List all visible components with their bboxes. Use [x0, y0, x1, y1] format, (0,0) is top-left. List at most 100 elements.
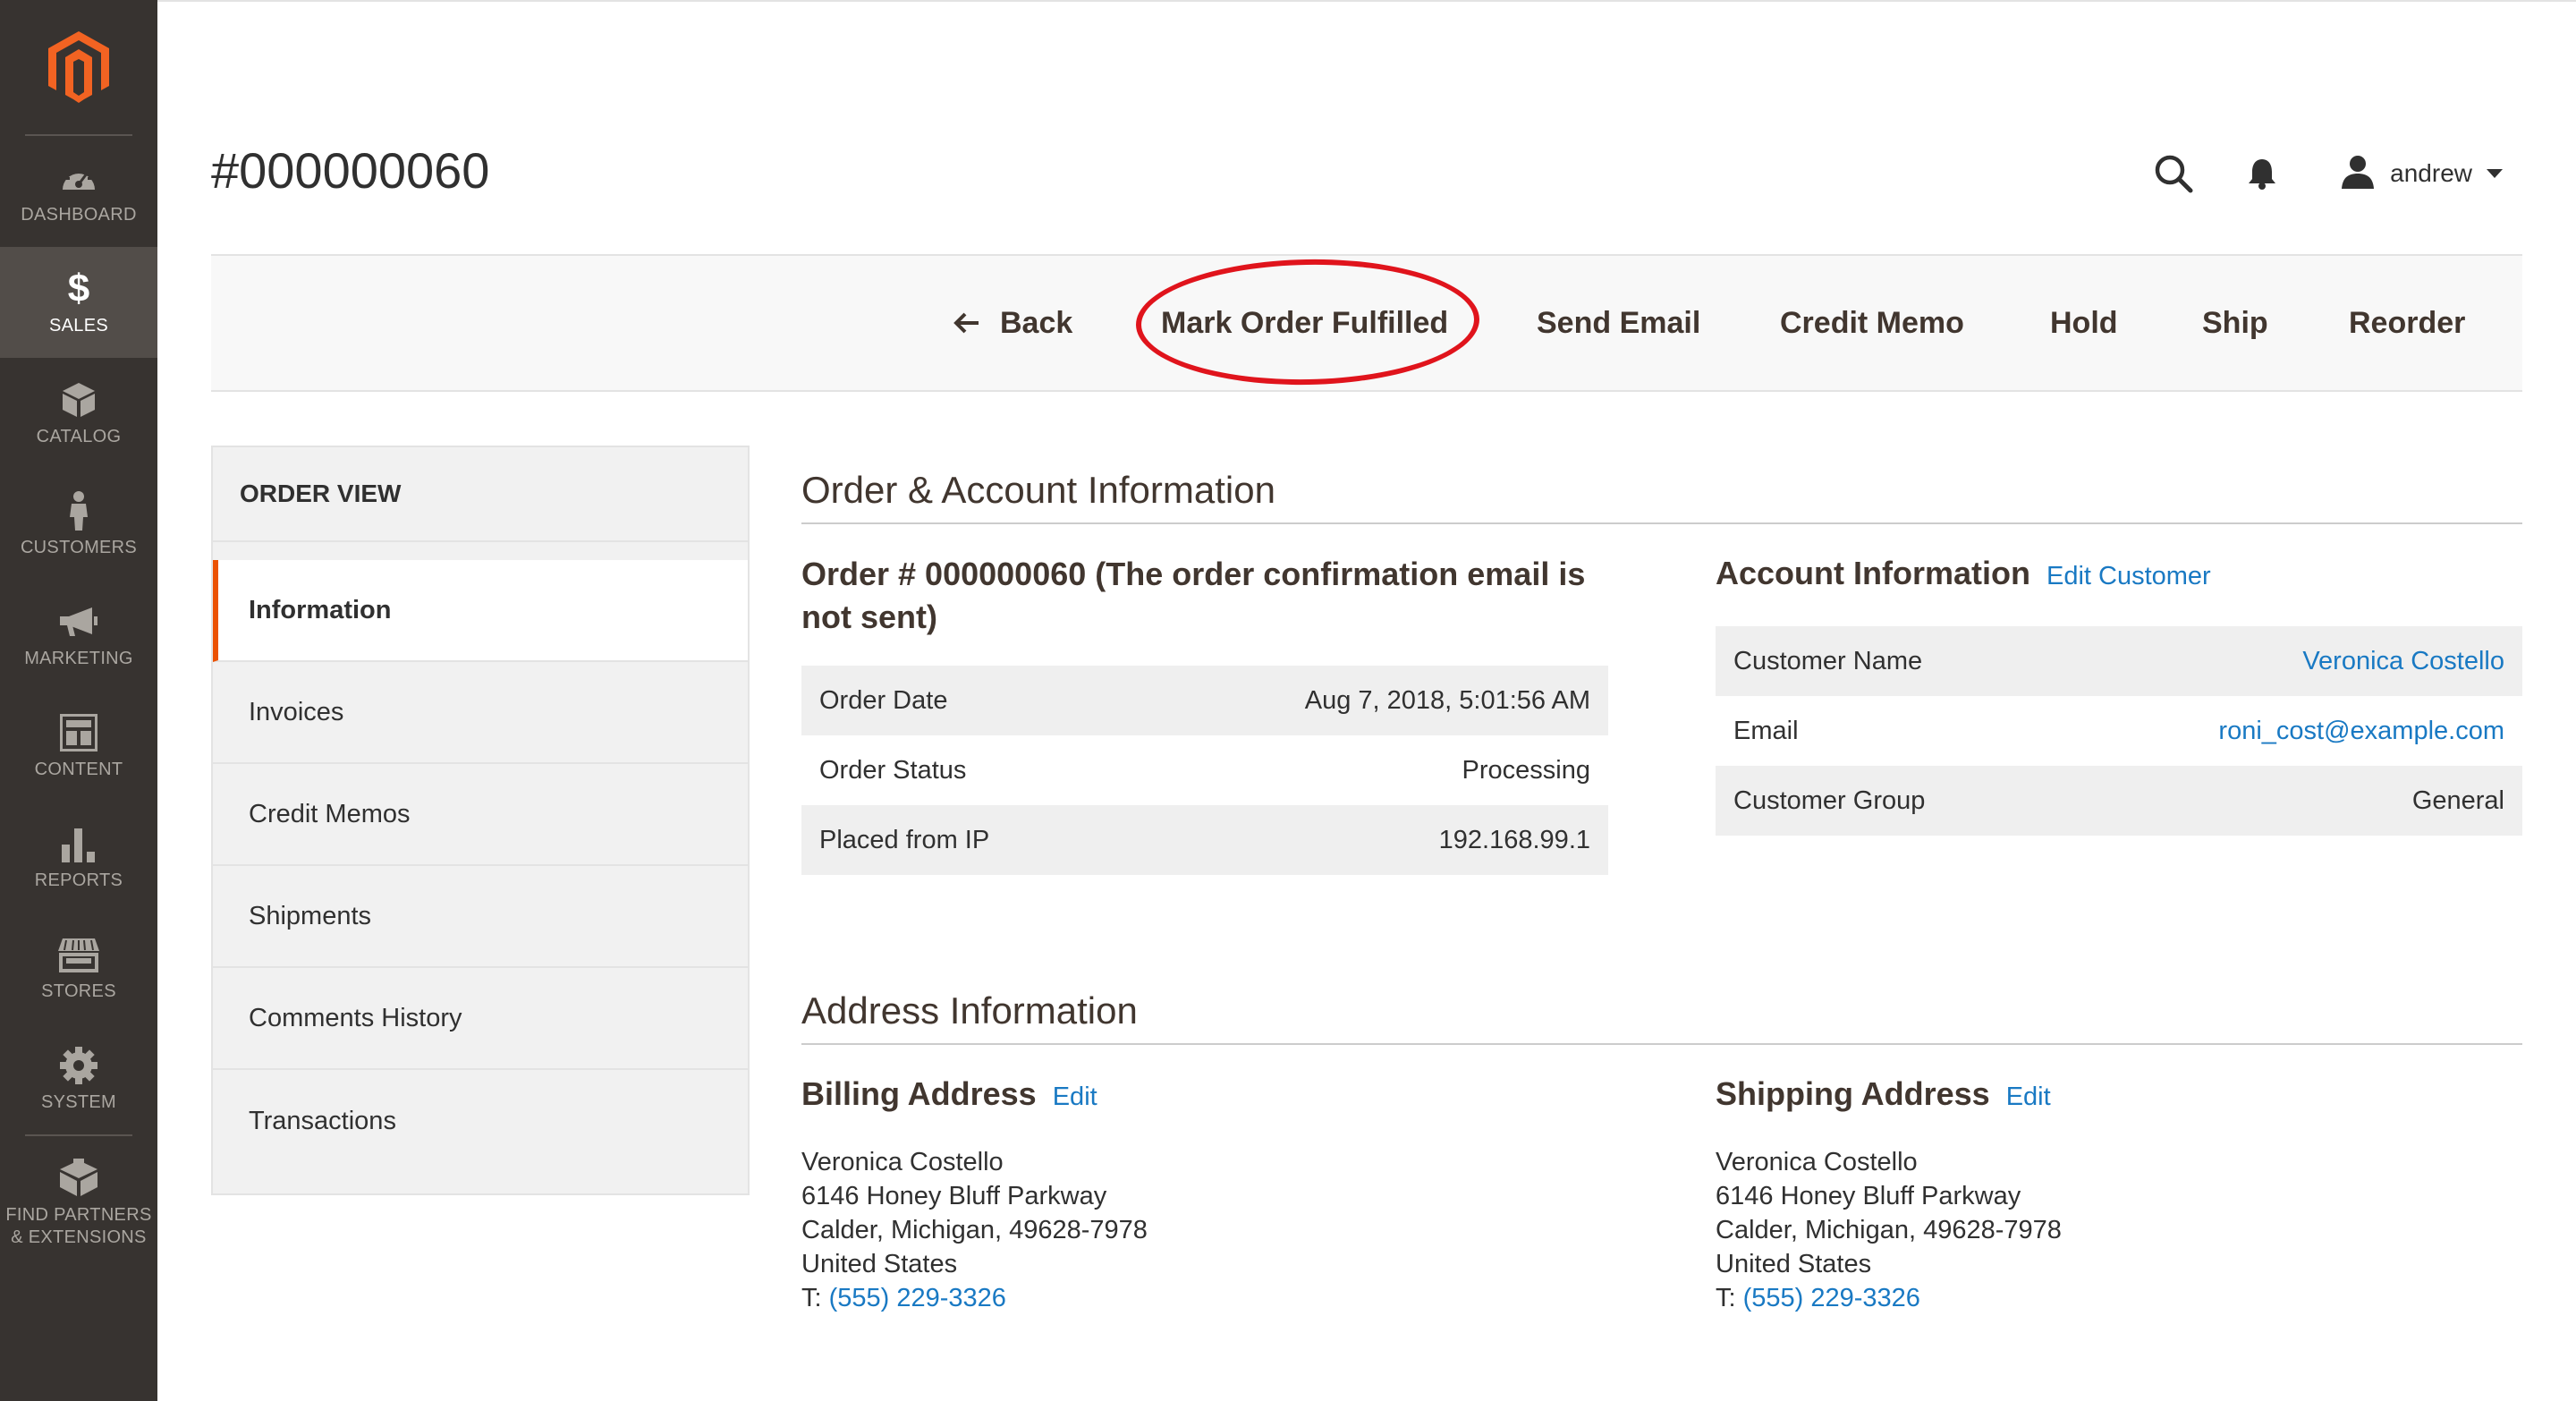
sidebar-divider [25, 1134, 132, 1136]
send-email-button[interactable]: Send Email [1537, 256, 1700, 390]
tab-transactions[interactable]: Transactions [213, 1070, 748, 1172]
billing-address-block: Veronica Costello 6146 Honey Bluff Parkw… [801, 1145, 1148, 1315]
search-icon[interactable] [2154, 154, 2193, 193]
edit-billing-address-link[interactable]: Edit [1053, 1083, 1097, 1112]
mark-order-fulfilled-button[interactable]: Mark Order Fulfilled [1161, 256, 1448, 390]
shipping-address-heading: Shipping Address Edit [1716, 1075, 2051, 1113]
row-label: Customer Name [1733, 646, 1923, 675]
shipping-country: United States [1716, 1250, 1872, 1278]
back-button-label: Back [1000, 305, 1073, 340]
sidebar-item-content[interactable]: CONTENT [0, 691, 157, 802]
order-status-value: Processing [1462, 755, 1590, 785]
order-account-section-title: Order & Account Information [801, 469, 1275, 511]
credit-memo-button[interactable]: Credit Memo [1780, 256, 1964, 390]
send-email-label: Send Email [1537, 305, 1701, 340]
gear-icon [59, 1045, 98, 1086]
row-label: Customer Group [1733, 785, 1926, 815]
account-info-title: Account Information [1716, 555, 2030, 591]
row-label: Placed from IP [819, 825, 990, 854]
shipping-phone-line: T: (555) 229-3326 [1716, 1281, 2062, 1315]
section-divider [801, 522, 2522, 524]
reorder-button[interactable]: Reorder [2349, 256, 2465, 390]
user-account-menu[interactable]: andrew [2340, 154, 2503, 194]
sidebar-item-label: CUSTOMERS [20, 537, 138, 557]
dollar-icon: $ [67, 266, 90, 310]
address-section-title: Address Information [801, 989, 1138, 1032]
notifications-bell-icon[interactable] [2247, 157, 2277, 191]
tab-shipments[interactable]: Shipments [213, 866, 748, 968]
admin-sidebar: DASHBOARD $ SALES CATALOG CUSTOMERS MARK… [0, 0, 157, 1401]
order-view-tabs: ORDER VIEW Information Invoices Credit M… [211, 446, 750, 1195]
placed-ip-value: 192.168.99.1 [1438, 825, 1590, 854]
table-row: Order Date Aug 7, 2018, 5:01:56 AM [801, 666, 1608, 735]
sidebar-item-label: CATALOG [36, 426, 122, 446]
account-info-table: Customer Name Veronica Costello Email ro… [1716, 626, 2522, 836]
sidebar-item-label: SYSTEM [40, 1091, 117, 1112]
mark-order-fulfilled-label: Mark Order Fulfilled [1161, 305, 1449, 340]
billing-street: 6146 Honey Bluff Parkway [801, 1182, 1107, 1210]
billing-address-title: Billing Address [801, 1075, 1037, 1112]
hold-label: Hold [2050, 305, 2118, 340]
edit-customer-link[interactable]: Edit Customer [2046, 562, 2211, 591]
shipping-address-block: Veronica Costello 6146 Honey Bluff Parkw… [1716, 1145, 2062, 1315]
admin-page: DASHBOARD $ SALES CATALOG CUSTOMERS MARK… [0, 0, 2576, 1401]
tab-invoices[interactable]: Invoices [213, 662, 748, 764]
order-actions-toolbar: Back Mark Order Fulfilled Send Email Cre… [211, 254, 2522, 392]
order-view-title: ORDER VIEW [213, 447, 748, 542]
shipping-phone-link[interactable]: (555) 229-3326 [1743, 1284, 1920, 1312]
top-border [157, 0, 2576, 2]
phone-prefix: T: [801, 1284, 822, 1312]
tab-comments-history[interactable]: Comments History [213, 968, 748, 1070]
user-name: andrew [2390, 159, 2472, 187]
sidebar-item-label: MARKETING [24, 648, 133, 668]
sidebar-item-sales[interactable]: $ SALES [0, 247, 157, 358]
megaphone-icon [58, 601, 99, 642]
phone-prefix: T: [1716, 1284, 1736, 1312]
order-date-value: Aug 7, 2018, 5:01:56 AM [1304, 685, 1590, 715]
sidebar-item-catalog[interactable]: CATALOG [0, 358, 157, 469]
billing-phone-line: T: (555) 229-3326 [801, 1281, 1148, 1315]
sidebar-item-dashboard[interactable]: DASHBOARD [0, 136, 157, 247]
back-button[interactable]: Back [953, 256, 1072, 390]
user-avatar-icon [2340, 154, 2376, 194]
sidebar-item-system[interactable]: SYSTEM [0, 1023, 157, 1134]
sidebar-item-label: DASHBOARD [21, 204, 137, 225]
chevron-down-icon [2487, 169, 2503, 178]
arrow-left-icon [953, 311, 980, 335]
table-row: Customer Group General [1716, 766, 2522, 836]
customer-name-link[interactable]: Veronica Costello [2302, 647, 2504, 676]
edit-shipping-address-link[interactable]: Edit [2006, 1083, 2051, 1112]
content-layout-icon [60, 712, 97, 753]
shipping-name: Veronica Costello [1716, 1148, 1918, 1176]
magento-logo-icon [48, 31, 109, 103]
sidebar-item-stores[interactable]: STORES [0, 913, 157, 1023]
catalog-box-icon [61, 379, 97, 420]
tab-information[interactable]: Information [213, 560, 748, 662]
ship-label: Ship [2202, 305, 2268, 340]
hold-button[interactable]: Hold [2050, 256, 2118, 390]
billing-name: Veronica Costello [801, 1148, 1004, 1176]
billing-phone-link[interactable]: (555) 229-3326 [829, 1284, 1006, 1312]
reorder-label: Reorder [2349, 305, 2466, 340]
sidebar-item-reports[interactable]: REPORTS [0, 802, 157, 913]
magento-logo[interactable] [0, 0, 157, 134]
customer-group-value: General [2411, 785, 2504, 815]
sidebar-item-label: STORES [41, 981, 116, 1001]
sidebar-item-customers[interactable]: CUSTOMERS [0, 469, 157, 580]
sidebar-item-marketing[interactable]: MARKETING [0, 580, 157, 691]
billing-city: Calder, Michigan, 49628-7978 [801, 1216, 1148, 1244]
tab-credit-memos[interactable]: Credit Memos [213, 764, 748, 866]
row-label: Email [1733, 716, 1799, 745]
order-heading: Order # 000000060 (The order confirmatio… [801, 556, 1586, 635]
row-label: Order Date [819, 685, 948, 715]
customer-email-link[interactable]: roni_cost@example.com [2218, 717, 2504, 746]
order-info-table: Order Date Aug 7, 2018, 5:01:56 AM Order… [801, 666, 1608, 875]
header-actions: andrew [2100, 147, 2503, 200]
dashboard-icon [59, 157, 98, 199]
ship-button[interactable]: Ship [2202, 256, 2268, 390]
sidebar-item-find-partners[interactable]: FIND PARTNERS & EXTENSIONS [0, 1145, 157, 1261]
extensions-cube-icon [58, 1158, 99, 1199]
shipping-address-title: Shipping Address [1716, 1075, 1990, 1112]
billing-country: United States [801, 1250, 958, 1278]
customer-person-icon [67, 490, 90, 531]
